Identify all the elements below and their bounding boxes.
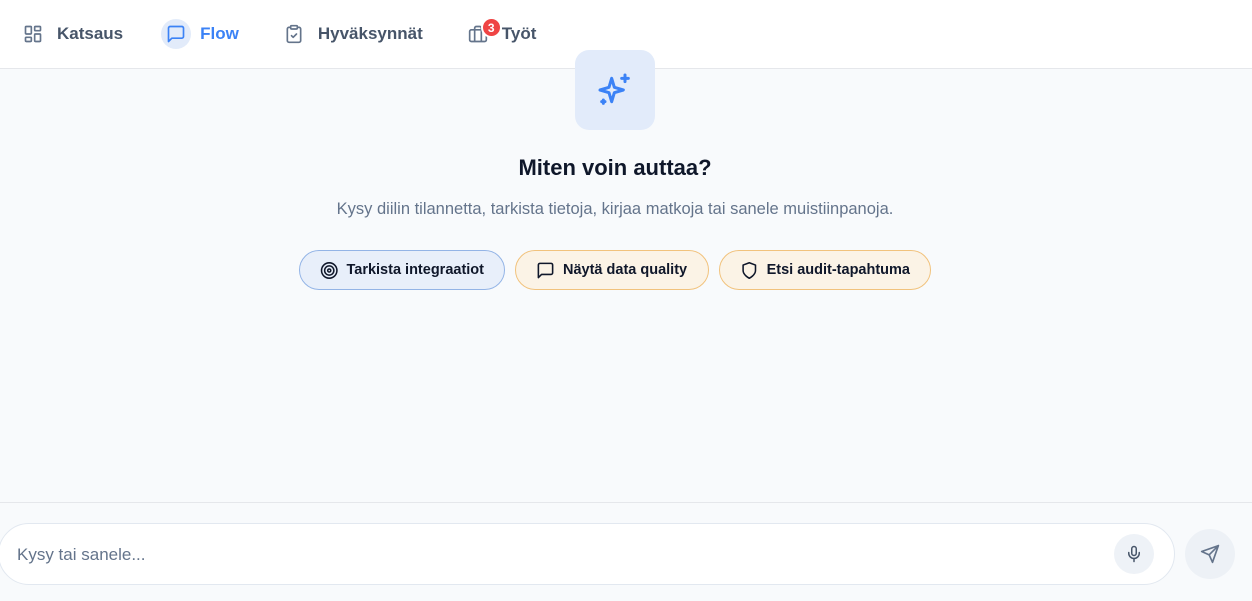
dashboard-grid-icon bbox=[18, 19, 48, 49]
briefcase-icon: 3 bbox=[463, 17, 502, 49]
chat-bubble-icon bbox=[161, 19, 192, 49]
nav-tab-flow[interactable]: Flow bbox=[161, 14, 239, 54]
composer-input[interactable] bbox=[17, 540, 1097, 570]
microphone-button[interactable] bbox=[1114, 534, 1154, 574]
suggestion-chips: Tarkista integraatiot Näytä data quality… bbox=[299, 250, 931, 290]
nav-tab-label: Katsaus bbox=[57, 24, 124, 43]
nav-tab-label: Flow bbox=[200, 24, 239, 43]
nav-tab-label: Työt bbox=[501, 24, 537, 43]
suggestion-chip-data-quality[interactable]: Näytä data quality bbox=[515, 250, 709, 290]
suggestion-chip-label: Tarkista integraatiot bbox=[346, 262, 484, 278]
shield-icon bbox=[742, 261, 757, 279]
nav-tab-tyot[interactable]: 3 Työt bbox=[463, 14, 537, 54]
send-icon bbox=[1200, 544, 1220, 564]
nav-tab-label: Hyväksynnät bbox=[317, 24, 423, 43]
nav-tab-katsaus[interactable]: Katsaus bbox=[18, 14, 123, 54]
suggestion-chip-integraatiot[interactable]: Tarkista integraatiot bbox=[299, 250, 505, 290]
suggestion-chip-label: Näytä data quality bbox=[563, 262, 688, 278]
suggestion-chip-audit[interactable]: Etsi audit-tapahtuma bbox=[719, 250, 931, 290]
target-icon bbox=[320, 261, 338, 279]
sparkles-icon bbox=[598, 73, 630, 105]
assistant-avatar-tile bbox=[575, 50, 655, 130]
clipboard-check-icon bbox=[279, 19, 309, 49]
composer-input-wrapper bbox=[0, 523, 1175, 585]
message-square-icon bbox=[537, 262, 554, 278]
hero-title: Miten voin auttaa? bbox=[518, 155, 712, 180]
microphone-icon bbox=[1128, 545, 1140, 563]
app-root: Katsaus Flow Hyväksynnät 3 Työt Miten vo… bbox=[0, 0, 1252, 601]
notification-badge: 3 bbox=[480, 17, 502, 38]
nav-tab-hyvaksynnat[interactable]: Hyväksynnät bbox=[279, 14, 423, 54]
suggestion-chip-label: Etsi audit-tapahtuma bbox=[766, 262, 910, 278]
send-button[interactable] bbox=[1185, 529, 1235, 579]
hero-subtitle: Kysy diilin tilannetta, tarkista tietoja… bbox=[336, 200, 894, 218]
